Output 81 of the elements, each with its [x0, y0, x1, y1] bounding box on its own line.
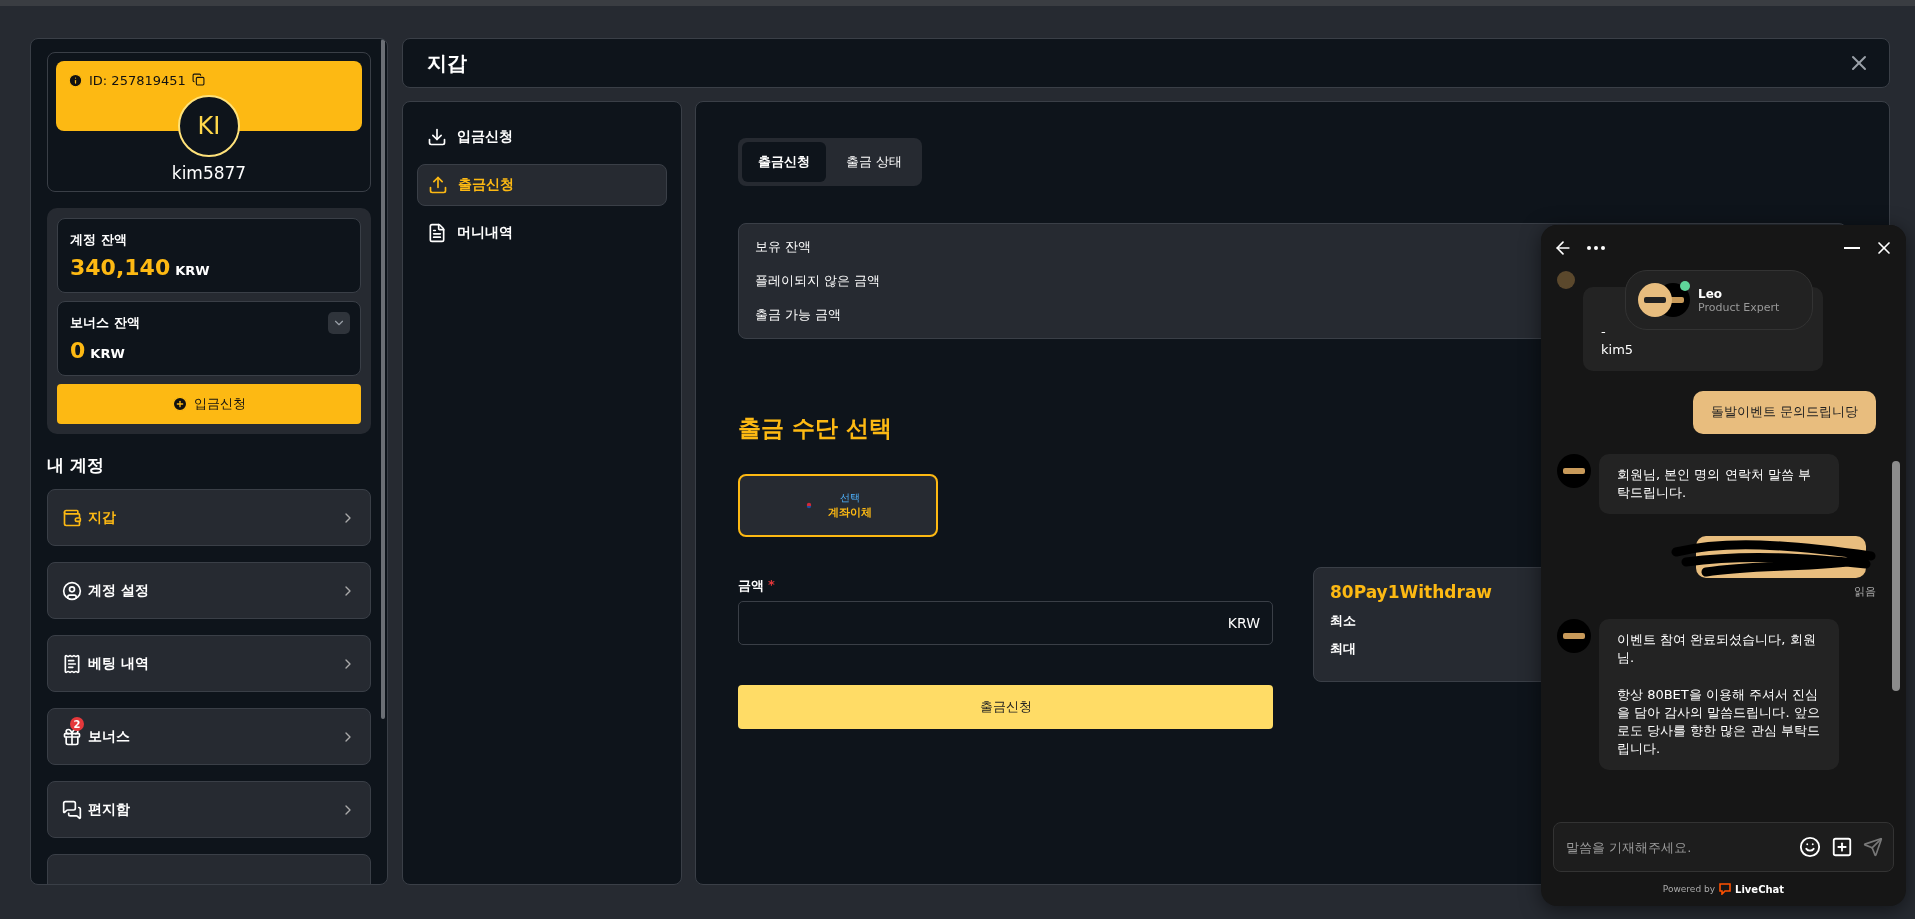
agent-role: Product Expert [1698, 300, 1780, 314]
method-tag: 선택 [840, 491, 860, 505]
wallet-nav-item[interactable]: 출금신청 [417, 164, 667, 206]
upload-icon [428, 175, 448, 195]
user-id: ID: 257819451 [89, 73, 186, 88]
payment-method-card[interactable]: 선택 계좌이체 [738, 474, 938, 537]
tab[interactable]: 출금 상태 [830, 142, 919, 182]
message-bubble: 이벤트 참여 완료되셨습니다, 회원님. 항상 80BET을 이용해 주셔서 진심을 담아 감사의 말씀드립니다. 앞으로도 당사를 향한 많은 관심 부탁드립니다. [1599, 618, 1839, 771]
minimize-icon [1844, 247, 1860, 249]
currency-label: KRW [1227, 615, 1260, 631]
emoji-icon[interactable] [1799, 836, 1821, 858]
summary-label: 출금 가능 금액 [755, 306, 842, 324]
section-title: 내 계정 [47, 454, 105, 477]
agent-avatar-icon [1557, 453, 1591, 488]
menu-label: 계정 설정 [88, 581, 150, 600]
send-icon[interactable] [1863, 837, 1883, 857]
read-status: 읽음 [1854, 583, 1876, 599]
avatar-icon [1557, 271, 1575, 289]
nav-label: 머니내역 [457, 224, 513, 242]
scrollbar[interactable] [1892, 461, 1900, 691]
bonus-amount: 0 [70, 338, 86, 363]
plus-icon [172, 396, 188, 412]
menu-item[interactable]: 편지함 [47, 781, 371, 838]
menu-icon [62, 726, 82, 747]
summary-label: 보유 잔액 [755, 238, 812, 256]
required-mark: * [768, 577, 775, 594]
menu-label: 베팅 내역 [88, 654, 150, 673]
balance-amount: 340,140 [70, 255, 171, 280]
currency-label: KRW [175, 263, 210, 278]
menu-icon [62, 799, 82, 820]
menu-label: 보너스 [88, 727, 131, 746]
limit-label: 최대 [1330, 640, 1357, 658]
brand-name: LiveChat [1735, 883, 1785, 895]
page-title: 지갑 [427, 49, 467, 77]
message-bubble: 회원님, 본인 명의 연락처 말씀 부탁드립니다. [1599, 453, 1839, 514]
download-icon [427, 127, 447, 147]
field-label: 금액 [738, 577, 764, 595]
wallet-nav-item[interactable]: 입금신청 [417, 116, 667, 158]
username: kim5877 [171, 163, 247, 183]
message-field[interactable]: 말씀을 기재해주세요. [1564, 838, 1789, 856]
limits-title: 80Pay1Withdraw [1330, 582, 1494, 602]
info-icon [68, 73, 83, 88]
summary-label: 플레이되지 않은 금액 [755, 272, 881, 290]
currency-label: KRW [90, 346, 125, 361]
tab[interactable]: 출금신청 [742, 142, 826, 182]
amount-field[interactable]: KRW [738, 601, 1273, 645]
document-icon [427, 223, 447, 243]
menu-icon [62, 507, 82, 528]
attach-icon[interactable] [1831, 836, 1853, 858]
nav-label: 입금신청 [457, 128, 513, 146]
count-badge: 2 [70, 717, 84, 731]
menu-item[interactable]: 계정 설정 [47, 562, 371, 619]
deposit-button[interactable]: 입금신청 [57, 384, 361, 424]
balance-label: 계정 잔액 [70, 231, 127, 249]
scrollbar[interactable] [381, 39, 385, 719]
wallet-nav-item[interactable]: 머니내역 [417, 212, 667, 254]
menu-item[interactable]: 베팅 내역 [47, 635, 371, 692]
section-heading: 출금 수단 선택 [738, 414, 892, 443]
flag-icon [804, 501, 814, 510]
menu-icon [62, 653, 82, 674]
chat-logo-icon [1719, 883, 1732, 895]
expand-button[interactable] [328, 312, 350, 334]
agent-name: Leo [1698, 286, 1724, 301]
withdraw-button[interactable]: 출금신청 [738, 685, 1273, 729]
limit-label: 최소 [1330, 612, 1357, 630]
menu-item[interactable]: 지갑 [47, 489, 371, 546]
agent-avatar-icon [1557, 618, 1591, 653]
powered-by-label: Powered by [1662, 884, 1716, 894]
nav-label: 출금신청 [458, 176, 514, 194]
copy-icon[interactable] [191, 73, 205, 86]
more-button[interactable] [1587, 246, 1605, 250]
menu-label: 지갑 [88, 508, 117, 527]
method-label: 계좌이체 [828, 505, 872, 520]
menu-item[interactable]: 2 보너스 [47, 708, 371, 765]
brand-logo-icon [1638, 283, 1672, 317]
menu-label: 편지함 [88, 800, 131, 819]
message-bubble: 돌발이벤트 문의드립니당 [1692, 391, 1876, 434]
more-icon [1587, 246, 1605, 250]
menu-icon [62, 580, 82, 601]
bonus-label: 보너스 잔액 [70, 314, 140, 332]
avatar: KI [178, 95, 240, 157]
